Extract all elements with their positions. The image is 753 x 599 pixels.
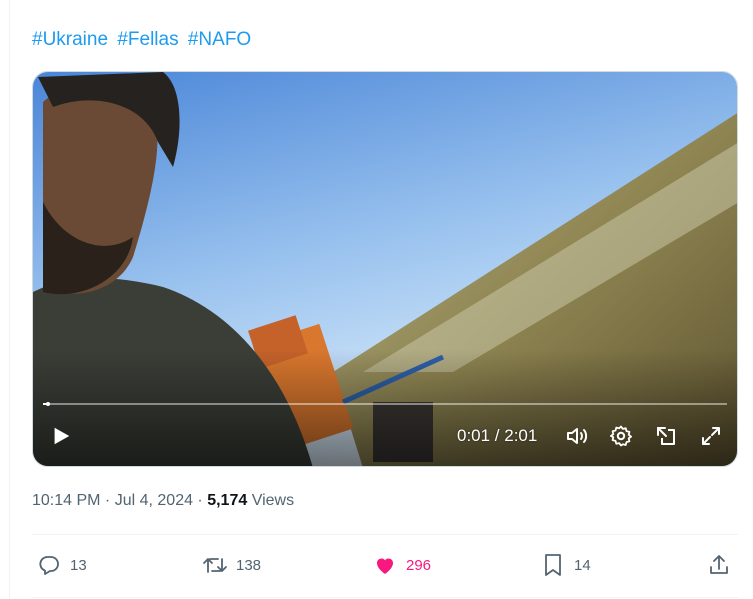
bookmark-count: 14 (574, 556, 591, 574)
picture-in-picture-button[interactable] (652, 422, 680, 450)
settings-button[interactable] (607, 422, 635, 450)
pip-icon (657, 427, 675, 445)
volume-button[interactable] (563, 422, 591, 450)
timeline-border (9, 0, 10, 599)
tweet-actions: 13 138 296 14 (32, 548, 738, 582)
share-icon (706, 552, 732, 578)
expand-icon (702, 427, 720, 445)
share-button[interactable] (706, 548, 732, 582)
retweet-count: 138 (236, 556, 262, 574)
bookmark-button[interactable]: 14 (540, 548, 591, 582)
tweet-text: #Ukraine #Fellas #NAFO (32, 28, 255, 52)
hashtag-ukraine[interactable]: #Ukraine (32, 29, 108, 50)
like-button[interactable]: 296 (372, 548, 431, 582)
video-player[interactable]: 0:01 / 2:01 (32, 71, 738, 467)
fullscreen-button[interactable] (697, 422, 725, 450)
views-count: 5,174 (207, 492, 248, 509)
tweet-meta: 10:14 PM · Jul 4, 2024 · 5,174 Views (32, 491, 294, 511)
gear-icon (610, 425, 632, 447)
tweet-timestamp[interactable]: 10:14 PM · Jul 4, 2024 · (32, 492, 207, 509)
reply-button[interactable]: 13 (36, 548, 87, 582)
bookmark-icon (540, 552, 566, 578)
speaker-icon (567, 428, 588, 444)
retweet-button[interactable]: 138 (202, 548, 261, 582)
play-button[interactable] (47, 422, 75, 450)
video-timecode: 0:01 / 2:01 (457, 426, 538, 445)
hashtag-nafo[interactable]: #NAFO (188, 29, 251, 50)
views-label: Views (247, 492, 295, 509)
reply-count: 13 (70, 556, 87, 574)
play-icon (54, 427, 70, 445)
divider (32, 597, 738, 598)
hashtag-fellas[interactable]: #Fellas (117, 29, 178, 50)
divider (32, 534, 738, 535)
like-count: 296 (406, 556, 432, 574)
heart-icon (372, 552, 398, 578)
reply-icon (36, 552, 62, 578)
retweet-icon (202, 552, 228, 578)
video-controls: 0:01 / 2:01 (33, 404, 737, 466)
